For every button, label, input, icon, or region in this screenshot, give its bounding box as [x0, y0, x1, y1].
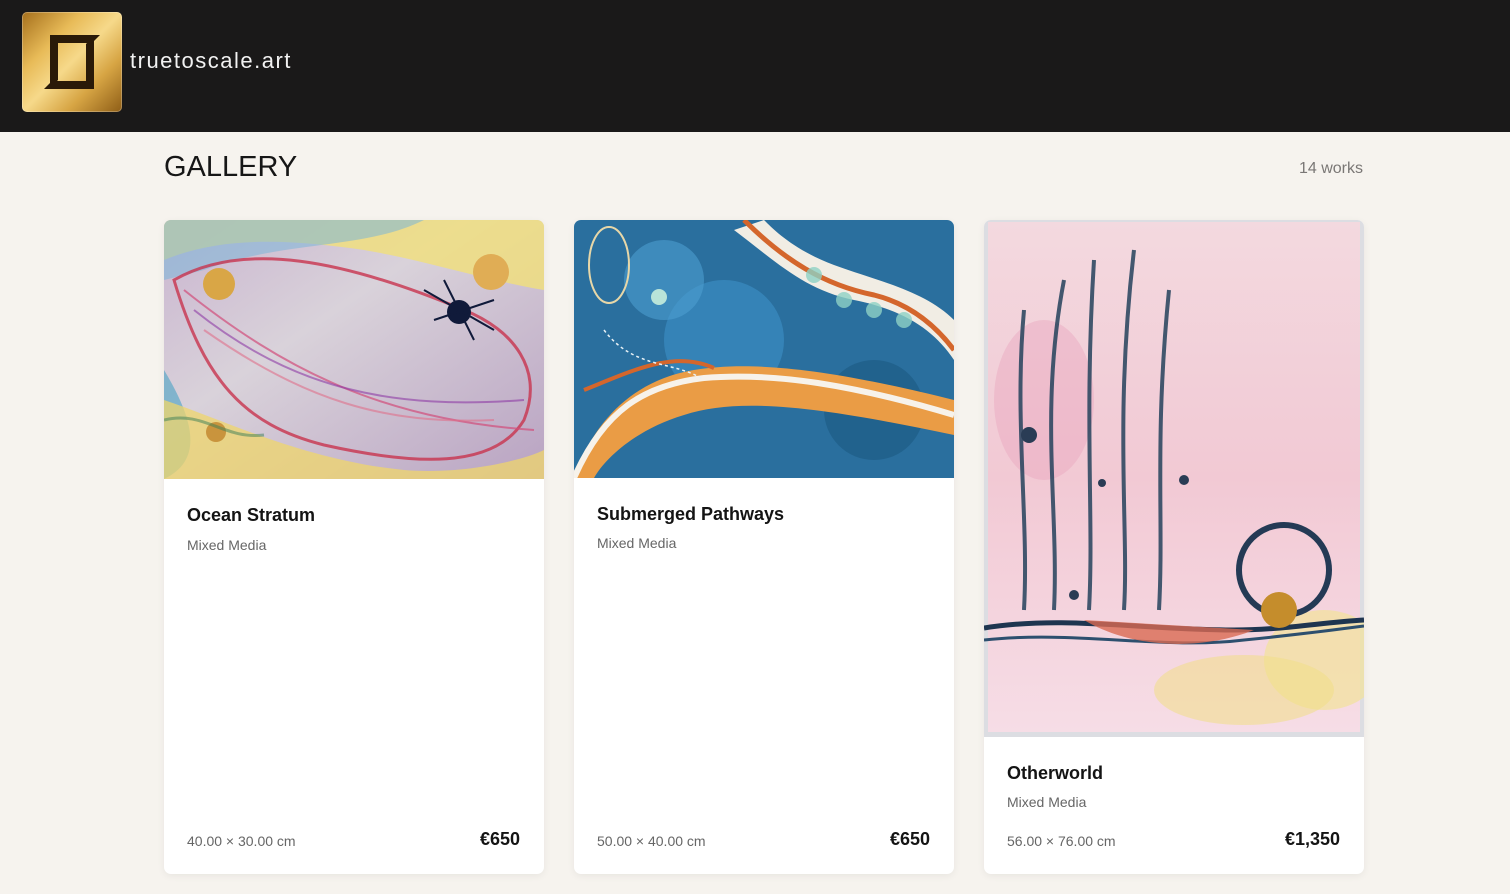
artwork-card-ocean-stratum[interactable]: Ocean Stratum Mixed Media 40.00 × 30.00 …	[164, 220, 544, 874]
artwork-price: €1,350	[1284, 829, 1340, 849]
site-header: truetoscale.art	[0, 0, 1510, 132]
work-count: 14 works	[1298, 160, 1363, 177]
artwork-image[interactable]	[984, 220, 1364, 737]
artwork-dimensions: 56.00 × 76.00 cm	[1007, 833, 1116, 849]
site-logo-icon[interactable]	[22, 12, 122, 112]
artwork-image[interactable]	[574, 220, 954, 478]
artwork-title[interactable]: Otherworld	[1007, 763, 1103, 784]
artwork-title[interactable]: Submerged Pathways	[597, 504, 784, 525]
artwork-card-otherworld[interactable]: Otherworld Mixed Media 56.00 × 76.00 cm …	[984, 220, 1364, 874]
artwork-title[interactable]: Ocean Stratum	[187, 505, 315, 526]
artwork-card-submerged-pathways[interactable]: Submerged Pathways Mixed Media 50.00 × 4…	[574, 220, 954, 874]
artwork-medium: Mixed Media	[597, 535, 677, 551]
artwork-price: €650	[479, 829, 520, 849]
site-name-link[interactable]: truetoscale.art	[130, 48, 292, 74]
artwork-image[interactable]	[164, 220, 544, 479]
page-title: GALLERY	[164, 151, 298, 183]
artwork-dimensions: 50.00 × 40.00 cm	[597, 833, 706, 849]
artwork-medium: Mixed Media	[1007, 794, 1087, 810]
artwork-dimensions: 40.00 × 30.00 cm	[187, 833, 296, 849]
artwork-medium: Mixed Media	[187, 537, 267, 553]
artwork-price: €650	[889, 829, 930, 849]
